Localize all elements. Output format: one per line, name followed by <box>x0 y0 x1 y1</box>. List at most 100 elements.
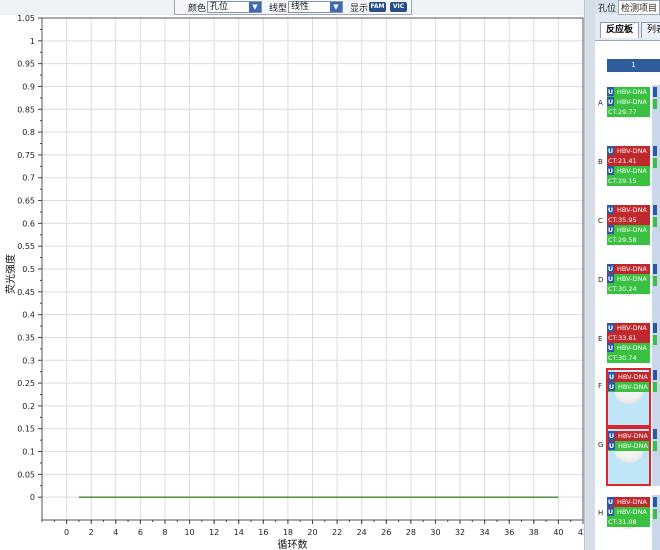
unknown-sample-icon: U <box>607 264 614 273</box>
y-tick-label: 0.25 <box>17 379 35 388</box>
y-tick-label: 0.6 <box>22 219 35 228</box>
plate-row-label: A <box>598 99 603 107</box>
well-target-tag: U HBV-DNA <box>607 166 650 176</box>
x-tick-label: 0 <box>64 528 69 537</box>
top-tab-bar: 孔位 检测项目 <box>595 0 660 15</box>
tab-detection-item[interactable]: 检测项目 <box>618 0 660 15</box>
adjacent-well[interactable] <box>652 203 660 262</box>
ct-value: CT:29.58 <box>607 235 650 245</box>
plate-row-label: F <box>598 382 603 390</box>
target-name: HBV-DNA <box>617 226 647 234</box>
unknown-sample-icon: U <box>608 382 615 391</box>
plate-well[interactable]: U HBV-DNA U HBV-DNA CT:31.08 <box>607 495 650 550</box>
x-tick-label: 2 <box>89 528 94 537</box>
vic-toggle[interactable]: VIC <box>390 2 407 12</box>
panel-splitter[interactable] <box>584 0 595 550</box>
amplification-chart: 0 0.05 0.1 0.15 0.2 0.25 0.3 0.35 0.4 0.45 0.5 0.55… <box>0 15 592 550</box>
unknown-sample-icon: U <box>607 146 614 155</box>
ct-value: CT:30.24 <box>607 284 650 294</box>
adjacent-marker <box>653 158 657 168</box>
plate-row-label: G <box>598 441 604 449</box>
right-panel: 孔位 检测项目 反应板 列表 1 AUHBV-DNAUHBV-DNACT:29.… <box>595 0 660 550</box>
adjacent-well[interactable] <box>652 427 660 486</box>
y-tick-label: 0.9 <box>22 82 35 91</box>
unknown-sample-icon: U <box>608 431 615 440</box>
x-tick-label: 32 <box>455 528 465 537</box>
color-select[interactable]: 孔位 ▼ <box>207 1 262 13</box>
x-tick-label: 40 <box>553 528 563 537</box>
adjacent-marker <box>653 382 657 392</box>
target-name: HBV-DNA <box>617 98 647 106</box>
plate-well[interactable]: U HBV-DNA U HBV-DNA <box>606 427 651 486</box>
y-tick-label: 0.2 <box>22 402 35 411</box>
adjacent-well[interactable] <box>652 144 660 203</box>
ct-value: CT:31.08 <box>607 517 650 527</box>
ct-value: CT:30.74 <box>607 353 650 363</box>
target-name: HBV-DNA <box>617 498 647 506</box>
x-tick-label: 36 <box>504 528 514 537</box>
x-tick-label: 10 <box>184 528 194 537</box>
plate-well[interactable]: U HBV-DNA U HBV-DNA CT:30.24 <box>607 262 650 321</box>
y-axis-title: 荧光强度 <box>4 254 17 294</box>
ct-value: CT:29.15 <box>607 176 650 186</box>
y-tick-label: 0.65 <box>17 197 35 206</box>
y-tick-label: 0.1 <box>22 448 35 457</box>
tab-list[interactable]: 列表 <box>641 22 660 38</box>
well-target-tag: U HBV-DNA <box>607 146 650 156</box>
color-label: 颜色 <box>188 4 207 14</box>
display-controls: 颜色 孔位 ▼ 线型 线性 ▼ 显示 FAM VIC <box>174 0 412 15</box>
target-name: HBV-DNA <box>618 383 648 391</box>
color-select-value: 孔位 <box>210 2 229 12</box>
target-name: HBV-DNA <box>617 265 647 273</box>
plate-well[interactable]: U HBV-DNA U HBV-DNA <box>606 368 651 427</box>
adjacent-well[interactable] <box>652 262 660 321</box>
target-name: HBV-DNA <box>617 88 647 96</box>
x-tick-label: 20 <box>307 528 317 537</box>
tab-reaction-plate[interactable]: 反应板 <box>600 22 640 38</box>
adjacent-well[interactable] <box>652 495 660 550</box>
y-tick-label: 0.45 <box>17 288 35 297</box>
adjacent-marker <box>653 429 657 439</box>
line-type-select[interactable]: 线性 ▼ <box>288 1 343 13</box>
plate-well[interactable]: U HBV-DNA CT:21.41 U HBV-DNA CT:29.15 <box>607 144 650 203</box>
adjacent-marker <box>653 146 657 156</box>
unknown-sample-icon: U <box>608 372 615 381</box>
well-target-tag: U HBV-DNA <box>607 264 650 274</box>
adjacent-marker <box>653 276 657 286</box>
x-tick-label: 30 <box>430 528 440 537</box>
y-tick-label: 0 <box>30 493 35 502</box>
plate-well[interactable]: U HBV-DNA U HBV-DNA CT:29.77 <box>607 85 650 144</box>
ct-value: CT:29.77 <box>607 107 650 117</box>
adjacent-well[interactable] <box>652 85 660 144</box>
y-tick-label: 0.75 <box>17 151 35 160</box>
y-tick-label: 0.7 <box>22 174 35 183</box>
x-tick-label: 22 <box>332 528 342 537</box>
target-name: HBV-DNA <box>618 432 648 440</box>
target-name: HBV-DNA <box>617 324 647 332</box>
dropdown-arrow-icon[interactable]: ▼ <box>330 2 342 12</box>
adjacent-marker <box>653 217 657 227</box>
chart-canvas: 0 0.05 0.1 0.15 0.2 0.25 0.3 0.35 0.4 0.45 0.5 0.55… <box>4 15 584 550</box>
tab-well[interactable]: 孔位 <box>598 1 616 14</box>
well-target-tag: U HBV-DNA <box>607 507 650 517</box>
target-name: HBV-DNA <box>617 206 647 214</box>
well-target-tag: U HBV-DNA <box>608 372 649 382</box>
display-label: 显示 <box>350 4 369 14</box>
adjacent-marker <box>653 87 657 97</box>
well-target-tag: U HBV-DNA <box>608 382 649 392</box>
dropdown-arrow-icon[interactable]: ▼ <box>249 2 261 12</box>
x-axis-title: 循环数 <box>278 538 308 550</box>
sub-tab-bar: 反应板 列表 <box>595 22 660 38</box>
unknown-sample-icon: U <box>607 87 614 96</box>
y-tick-label: 0.8 <box>22 128 35 137</box>
adjacent-well[interactable] <box>652 368 660 427</box>
well-target-tag: U HBV-DNA <box>607 97 650 107</box>
y-tick-label: 1 <box>30 37 35 46</box>
plate-well[interactable]: U HBV-DNA CT:35.95 U HBV-DNA CT:29.58 <box>607 203 650 262</box>
target-name: HBV-DNA <box>618 373 648 381</box>
adjacent-marker <box>653 335 657 345</box>
x-tick-label: 38 <box>529 528 539 537</box>
unknown-sample-icon: U <box>607 97 614 106</box>
fam-toggle[interactable]: FAM <box>369 2 386 12</box>
x-tick-label: 8 <box>162 528 167 537</box>
